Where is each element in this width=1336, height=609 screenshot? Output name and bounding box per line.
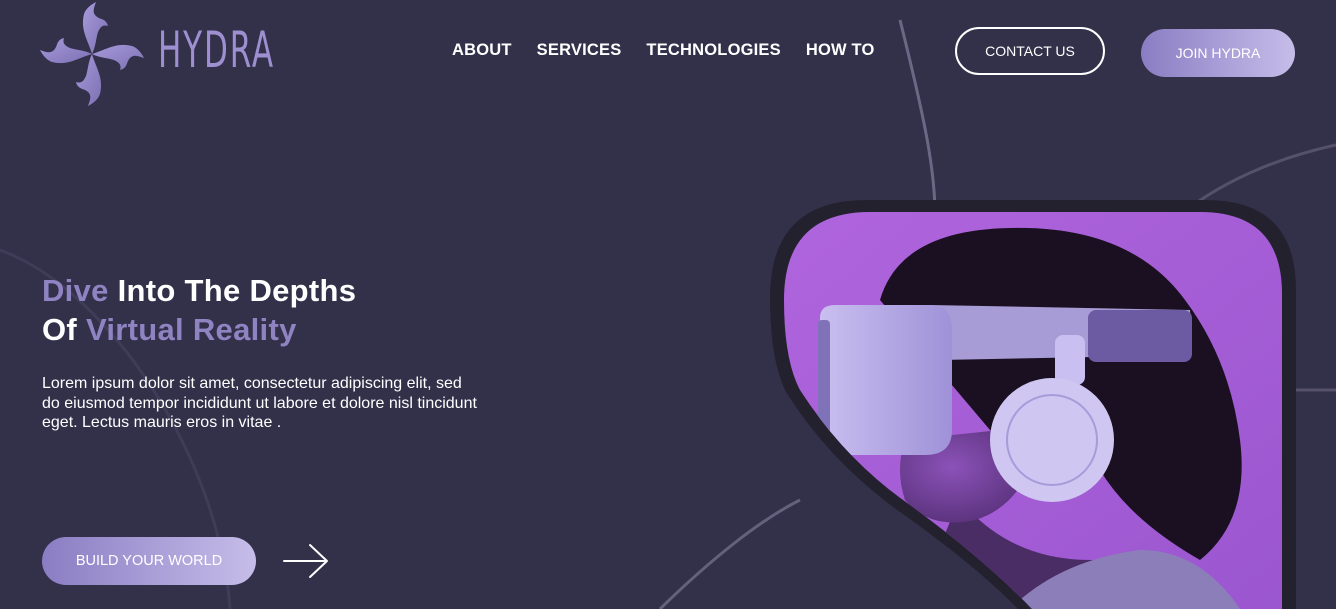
build-your-world-button[interactable]: BUILD YOUR WORLD [42, 537, 256, 585]
nav-item-about[interactable]: ABOUT [452, 41, 512, 60]
join-hydra-button[interactable]: JOIN HYDRA [1141, 29, 1295, 77]
nav-item-technologies[interactable]: TECHNOLOGIES [646, 41, 780, 60]
person-wearing-vr-headset-photo [784, 212, 1282, 609]
card-frame [770, 200, 1296, 609]
hero-title-accent-1: Dive [42, 273, 109, 308]
hero-description: Lorem ipsum dolor sit amet, consectetur … [42, 375, 477, 431]
hero-title: Dive Into The Depths Of Virtual Reality [42, 271, 356, 349]
brand-logo[interactable]: HYDRA [40, 0, 273, 108]
brand-name: HYDRA [158, 21, 275, 79]
nav-item-services[interactable]: SERVICES [537, 41, 622, 60]
main-nav: ABOUT SERVICES TECHNOLOGIES HOW TO [452, 41, 875, 60]
hero-title-part-1: Into The Depths [108, 273, 357, 308]
contact-us-button[interactable]: CONTACT US [955, 27, 1105, 75]
hydra-logo-icon [40, 2, 144, 106]
arrow-right-icon[interactable] [282, 542, 330, 580]
hero-title-part-2: Of [42, 312, 86, 347]
nav-item-how-to[interactable]: HOW TO [806, 41, 875, 60]
hero-title-accent-2: Virtual Reality [85, 312, 297, 347]
